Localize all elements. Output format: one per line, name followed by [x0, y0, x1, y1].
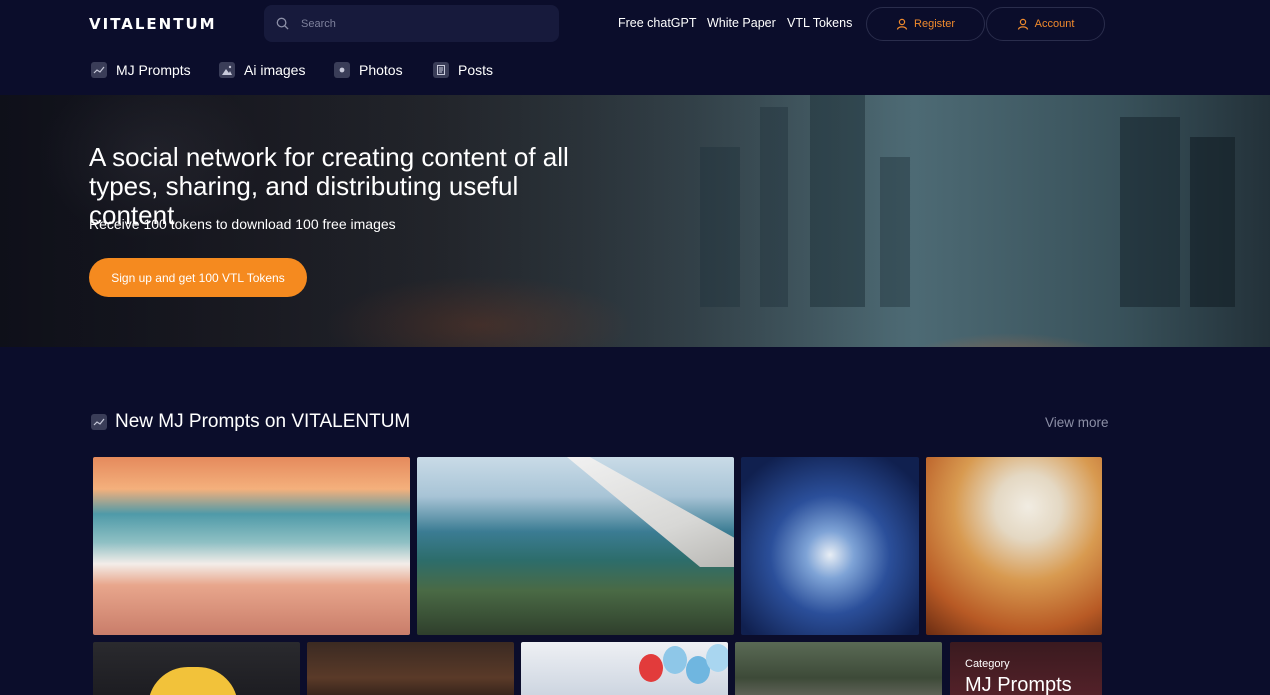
section-header: New MJ Prompts on VITALENTUM	[91, 411, 410, 433]
prompt-thumbnail-portrait[interactable]	[93, 642, 300, 695]
top-bar: VITALENTUM Free chatGPT White Paper VTL …	[0, 0, 1270, 48]
prompt-thumbnail-beach-sunset[interactable]	[93, 457, 410, 635]
category-label: Ai images	[244, 62, 306, 78]
prompt-thumbnail-airplane-coast[interactable]	[417, 457, 734, 635]
account-button[interactable]: Account	[986, 7, 1105, 41]
nav-link-vtl-tokens[interactable]: VTL Tokens	[787, 16, 852, 30]
user-icon	[1017, 18, 1028, 30]
prompt-thumbnail-wizards[interactable]	[741, 457, 919, 635]
register-button[interactable]: Register	[866, 7, 985, 41]
user-icon	[896, 18, 908, 30]
trend-icon	[91, 414, 107, 430]
category-label: Photos	[359, 62, 403, 78]
category-ai-images[interactable]: Ai images	[219, 62, 305, 78]
search-input[interactable]	[301, 17, 541, 30]
view-more-link[interactable]: View more	[1045, 415, 1109, 430]
category-photos[interactable]: Photos	[334, 62, 403, 78]
document-icon	[433, 62, 449, 78]
camera-icon	[334, 62, 350, 78]
category-mj-prompts[interactable]: MJ Prompts	[91, 62, 191, 78]
category-posts[interactable]: Posts	[433, 62, 493, 78]
nav-link-free-chatgpt[interactable]: Free chatGPT	[618, 16, 697, 30]
promo-eyebrow: Category	[965, 658, 1010, 670]
hero-banner: A social network for creating content of…	[0, 95, 1270, 347]
logo[interactable]: VITALENTUM	[89, 15, 217, 33]
trend-icon	[91, 62, 107, 78]
prompt-thumbnail-forest[interactable]	[735, 642, 942, 695]
search-box[interactable]	[264, 5, 559, 42]
prompt-thumbnail-street[interactable]	[307, 642, 514, 695]
category-promo-card[interactable]: Category MJ Prompts	[950, 642, 1102, 695]
prompt-thumbnail-halloween-moon[interactable]	[926, 457, 1102, 635]
search-icon	[276, 17, 289, 30]
register-label: Register	[914, 18, 955, 30]
section-title: New MJ Prompts on VITALENTUM	[115, 411, 411, 432]
category-label: Posts	[458, 62, 494, 78]
category-nav: MJ Prompts Ai images Photos Posts	[0, 48, 1270, 94]
nav-link-white-paper[interactable]: White Paper	[707, 16, 776, 30]
portrait-hair	[148, 667, 238, 695]
promo-title: MJ Prompts	[965, 674, 1072, 695]
signup-cta-button[interactable]: Sign up and get 100 VTL Tokens	[89, 258, 307, 297]
hero-subtitle: Receive 100 tokens to download 100 free …	[89, 216, 396, 232]
account-label: Account	[1034, 18, 1075, 30]
prompt-thumbnail-balloons[interactable]	[521, 642, 728, 695]
airplane-wing	[567, 457, 734, 567]
image-icon	[219, 62, 235, 78]
category-label: MJ Prompts	[116, 62, 191, 78]
